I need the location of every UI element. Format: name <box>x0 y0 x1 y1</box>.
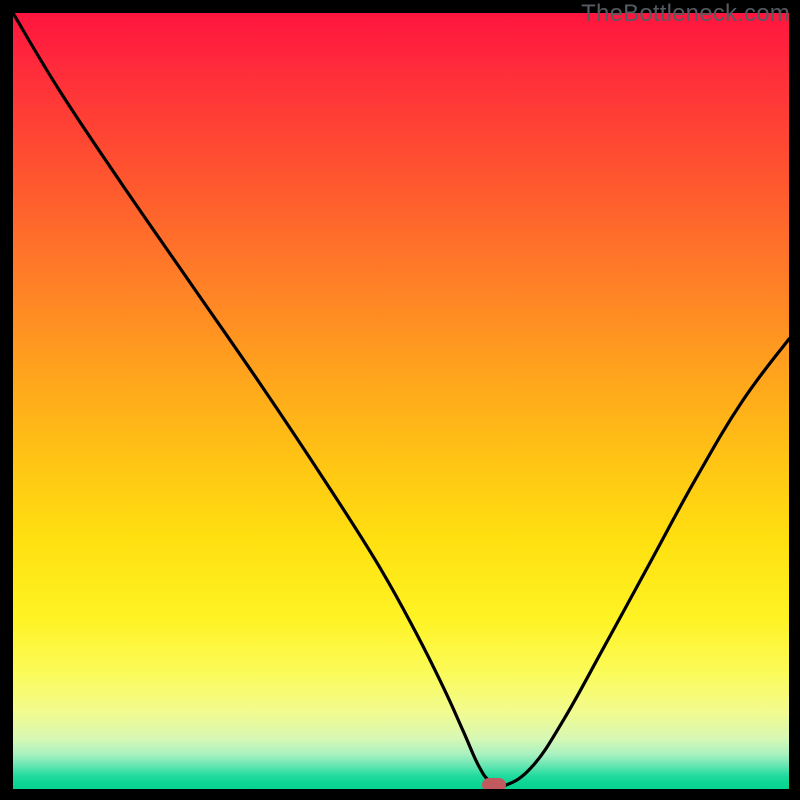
optimal-point-marker <box>482 778 506 789</box>
plot-area <box>13 13 789 789</box>
chart-container: TheBottleneck.com <box>0 0 800 800</box>
bottleneck-curve <box>13 13 789 789</box>
watermark-text: TheBottleneck.com <box>581 0 790 28</box>
